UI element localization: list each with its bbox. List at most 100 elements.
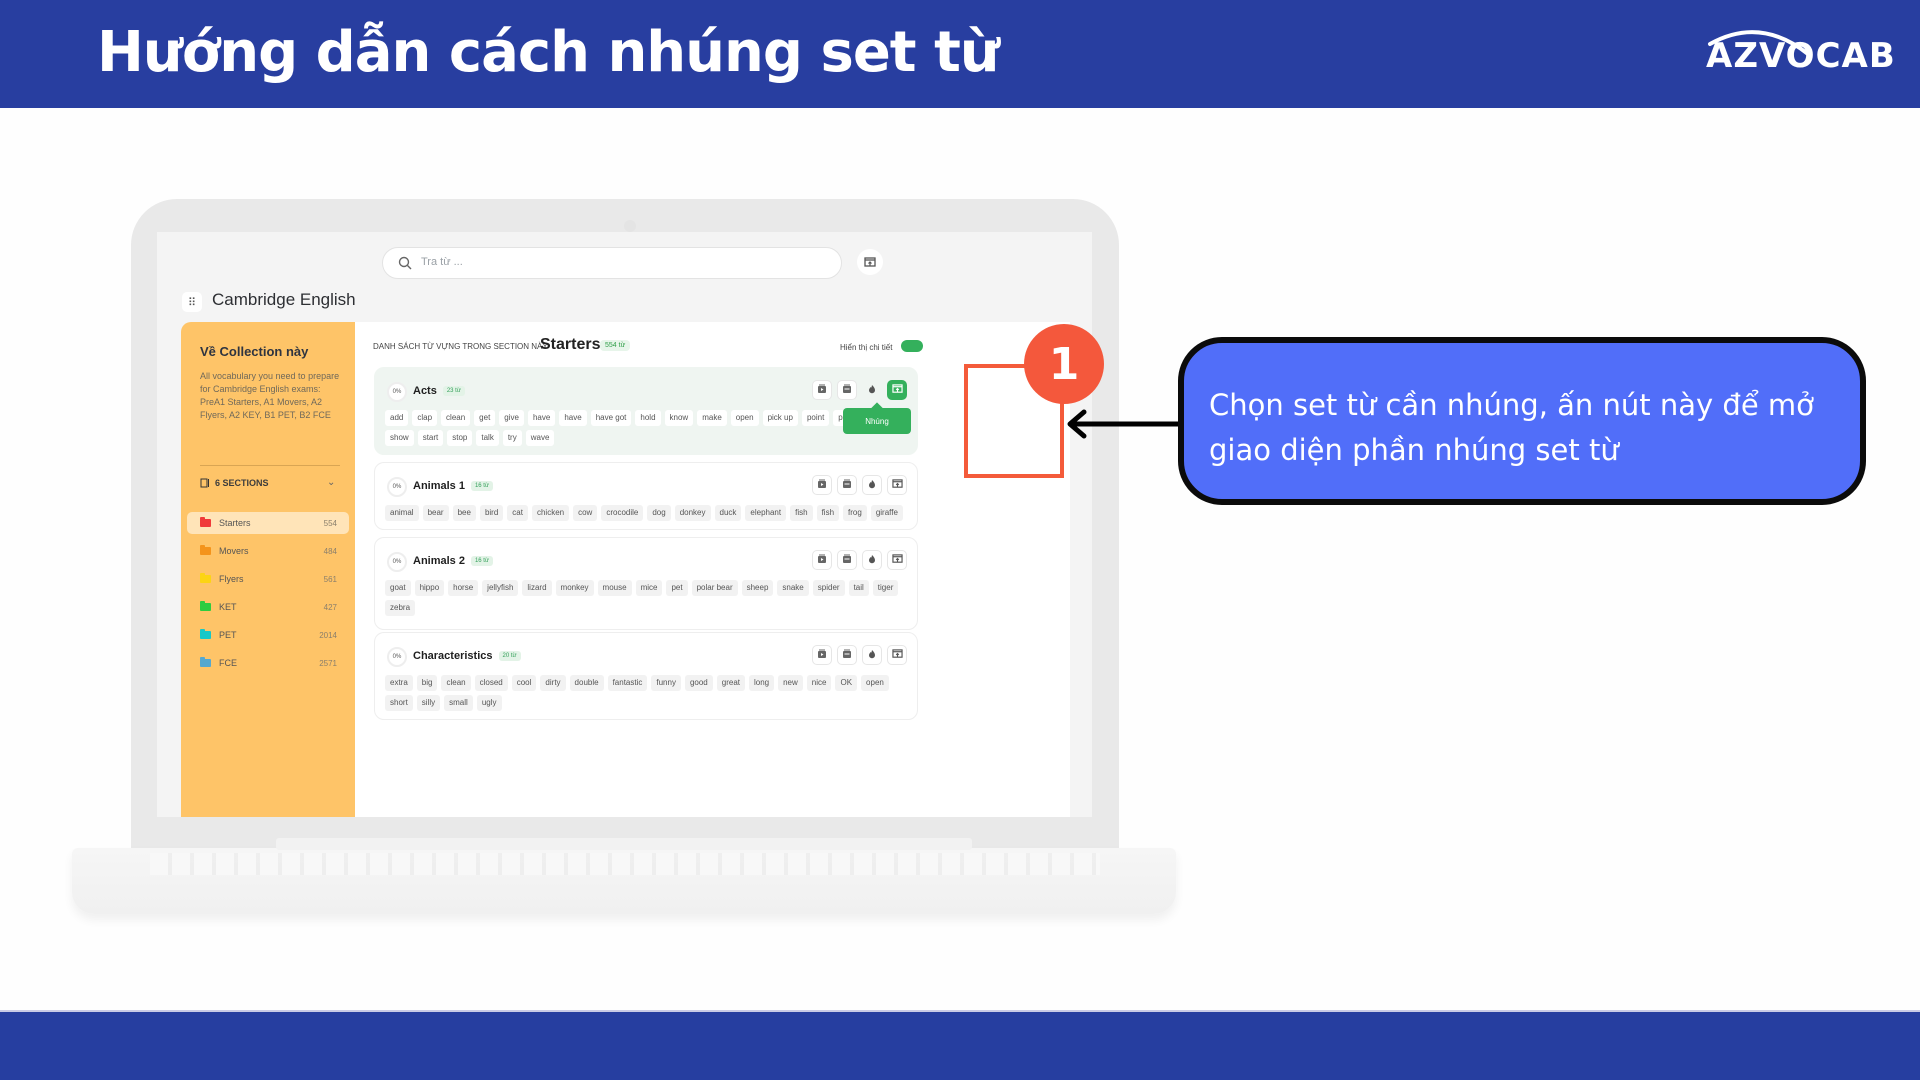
- card-title[interactable]: Animals 1 16 từ: [413, 480, 493, 492]
- word-chip[interactable]: ugly: [476, 695, 502, 711]
- word-chip[interactable]: closed: [474, 675, 508, 691]
- detail-toggle[interactable]: [901, 340, 923, 352]
- embed-set-button[interactable]: [887, 380, 907, 400]
- chevron-down-icon[interactable]: ⌄: [327, 477, 335, 488]
- word-chip[interactable]: lizard: [522, 580, 552, 596]
- word-chip[interactable]: have: [527, 410, 556, 426]
- word-chip[interactable]: spider: [812, 580, 845, 596]
- word-chip[interactable]: get: [474, 410, 496, 426]
- sidebar-item-fce[interactable]: FCE 2571: [187, 652, 349, 674]
- word-chip[interactable]: clap: [412, 410, 438, 426]
- word-chip[interactable]: fish: [790, 505, 813, 521]
- word-chip[interactable]: goat: [385, 580, 411, 596]
- sections-toggle[interactable]: 6 SECTIONS: [200, 478, 269, 488]
- word-chip[interactable]: bear: [422, 505, 449, 521]
- video-button[interactable]: [812, 550, 832, 570]
- word-chip[interactable]: great: [716, 675, 745, 691]
- word-chip[interactable]: elephant: [745, 505, 787, 521]
- word-chip[interactable]: mice: [635, 580, 663, 596]
- word-chip[interactable]: start: [417, 430, 444, 446]
- word-chip[interactable]: pick up: [762, 410, 798, 426]
- sidebar-item-pet[interactable]: PET 2014: [187, 624, 349, 646]
- word-chip[interactable]: new: [778, 675, 803, 691]
- word-chip[interactable]: make: [697, 410, 727, 426]
- word-chip[interactable]: hold: [635, 410, 661, 426]
- word-chip[interactable]: funny: [651, 675, 681, 691]
- word-chip[interactable]: dog: [647, 505, 671, 521]
- flashcard-button[interactable]: [837, 550, 857, 570]
- sidebar-item-flyers[interactable]: Flyers 561: [187, 568, 349, 590]
- word-set-card[interactable]: 0% Animals 2 16 từ goat hippo horse jellyfis…: [374, 537, 918, 630]
- word-chip[interactable]: bee: [452, 505, 476, 521]
- word-chip[interactable]: double: [569, 675, 604, 691]
- sidebar-item-movers[interactable]: Movers 484: [187, 540, 349, 562]
- word-chip[interactable]: cat: [507, 505, 528, 521]
- embed-set-button[interactable]: [887, 475, 907, 495]
- word-chip[interactable]: open: [730, 410, 759, 426]
- word-chip[interactable]: open: [861, 675, 889, 691]
- word-chip[interactable]: talk: [476, 430, 499, 446]
- word-chip[interactable]: cow: [573, 505, 598, 521]
- flashcard-button[interactable]: [837, 380, 857, 400]
- word-chip[interactable]: try: [502, 430, 522, 446]
- word-chip[interactable]: OK: [835, 675, 858, 691]
- video-button[interactable]: [812, 380, 832, 400]
- word-chip[interactable]: polar bear: [691, 580, 738, 596]
- word-chip[interactable]: giraffe: [870, 505, 903, 521]
- word-chip[interactable]: add: [385, 410, 409, 426]
- card-title[interactable]: Animals 2 16 từ: [413, 555, 493, 567]
- word-chip[interactable]: fish: [816, 505, 840, 521]
- word-chip[interactable]: donkey: [674, 505, 711, 521]
- word-chip[interactable]: wave: [525, 430, 555, 446]
- word-chip[interactable]: horse: [448, 580, 479, 596]
- video-button[interactable]: [812, 475, 832, 495]
- word-chip[interactable]: fantastic: [607, 675, 648, 691]
- word-chip[interactable]: big: [416, 675, 438, 691]
- word-chip[interactable]: dirty: [540, 675, 566, 691]
- word-set-card[interactable]: 0% Acts 23 từ add clap clean get give have have…: [374, 367, 918, 455]
- sidebar-item-starters[interactable]: Starters 554: [187, 512, 349, 534]
- word-chip[interactable]: pet: [666, 580, 688, 596]
- word-chip[interactable]: small: [444, 695, 473, 711]
- word-chip[interactable]: mouse: [597, 580, 632, 596]
- word-chip[interactable]: good: [684, 675, 713, 691]
- word-chip[interactable]: duck: [714, 505, 742, 521]
- search-input[interactable]: Tra từ ...: [382, 247, 842, 279]
- embed-set-button[interactable]: [887, 550, 907, 570]
- word-chip[interactable]: chicken: [531, 505, 570, 521]
- word-chip[interactable]: long: [748, 675, 775, 691]
- word-chip[interactable]: clean: [441, 675, 471, 691]
- word-chip[interactable]: zebra: [385, 600, 416, 616]
- word-set-card[interactable]: 0% Characteristics 20 từ extra big clean clo…: [374, 632, 918, 720]
- embed-set-button[interactable]: [887, 645, 907, 665]
- word-chip[interactable]: know: [664, 410, 694, 426]
- word-chip[interactable]: show: [385, 430, 414, 446]
- word-chip[interactable]: frog: [843, 505, 867, 521]
- word-chip[interactable]: short: [385, 695, 413, 711]
- word-chip[interactable]: clean: [441, 410, 471, 426]
- video-button[interactable]: [812, 645, 832, 665]
- word-chip[interactable]: animal: [385, 505, 419, 521]
- word-chip[interactable]: tail: [848, 580, 869, 596]
- word-chip[interactable]: cool: [511, 675, 537, 691]
- word-chip[interactable]: give: [499, 410, 524, 426]
- word-set-card[interactable]: 0% Animals 1 16 từ animal bear bee bird cat ch…: [374, 462, 918, 530]
- practice-button[interactable]: [862, 475, 882, 495]
- word-chip[interactable]: hippo: [414, 580, 445, 596]
- word-chip[interactable]: nice: [806, 675, 832, 691]
- word-chip[interactable]: snake: [777, 580, 809, 596]
- word-chip[interactable]: crocodile: [601, 505, 644, 521]
- word-chip[interactable]: extra: [385, 675, 413, 691]
- word-chip[interactable]: have: [559, 410, 587, 426]
- practice-button[interactable]: [862, 645, 882, 665]
- word-chip[interactable]: sheep: [741, 580, 774, 596]
- practice-button[interactable]: [862, 380, 882, 400]
- sidebar-item-ket[interactable]: KET 427: [187, 596, 349, 618]
- card-title[interactable]: Characteristics 20 từ: [413, 650, 521, 662]
- word-chip[interactable]: point: [801, 410, 830, 426]
- word-chip[interactable]: bird: [479, 505, 504, 521]
- word-chip[interactable]: stop: [447, 430, 473, 446]
- word-chip[interactable]: jellyfish: [482, 580, 519, 596]
- flashcard-button[interactable]: [837, 475, 857, 495]
- embed-collection-button[interactable]: [857, 249, 883, 275]
